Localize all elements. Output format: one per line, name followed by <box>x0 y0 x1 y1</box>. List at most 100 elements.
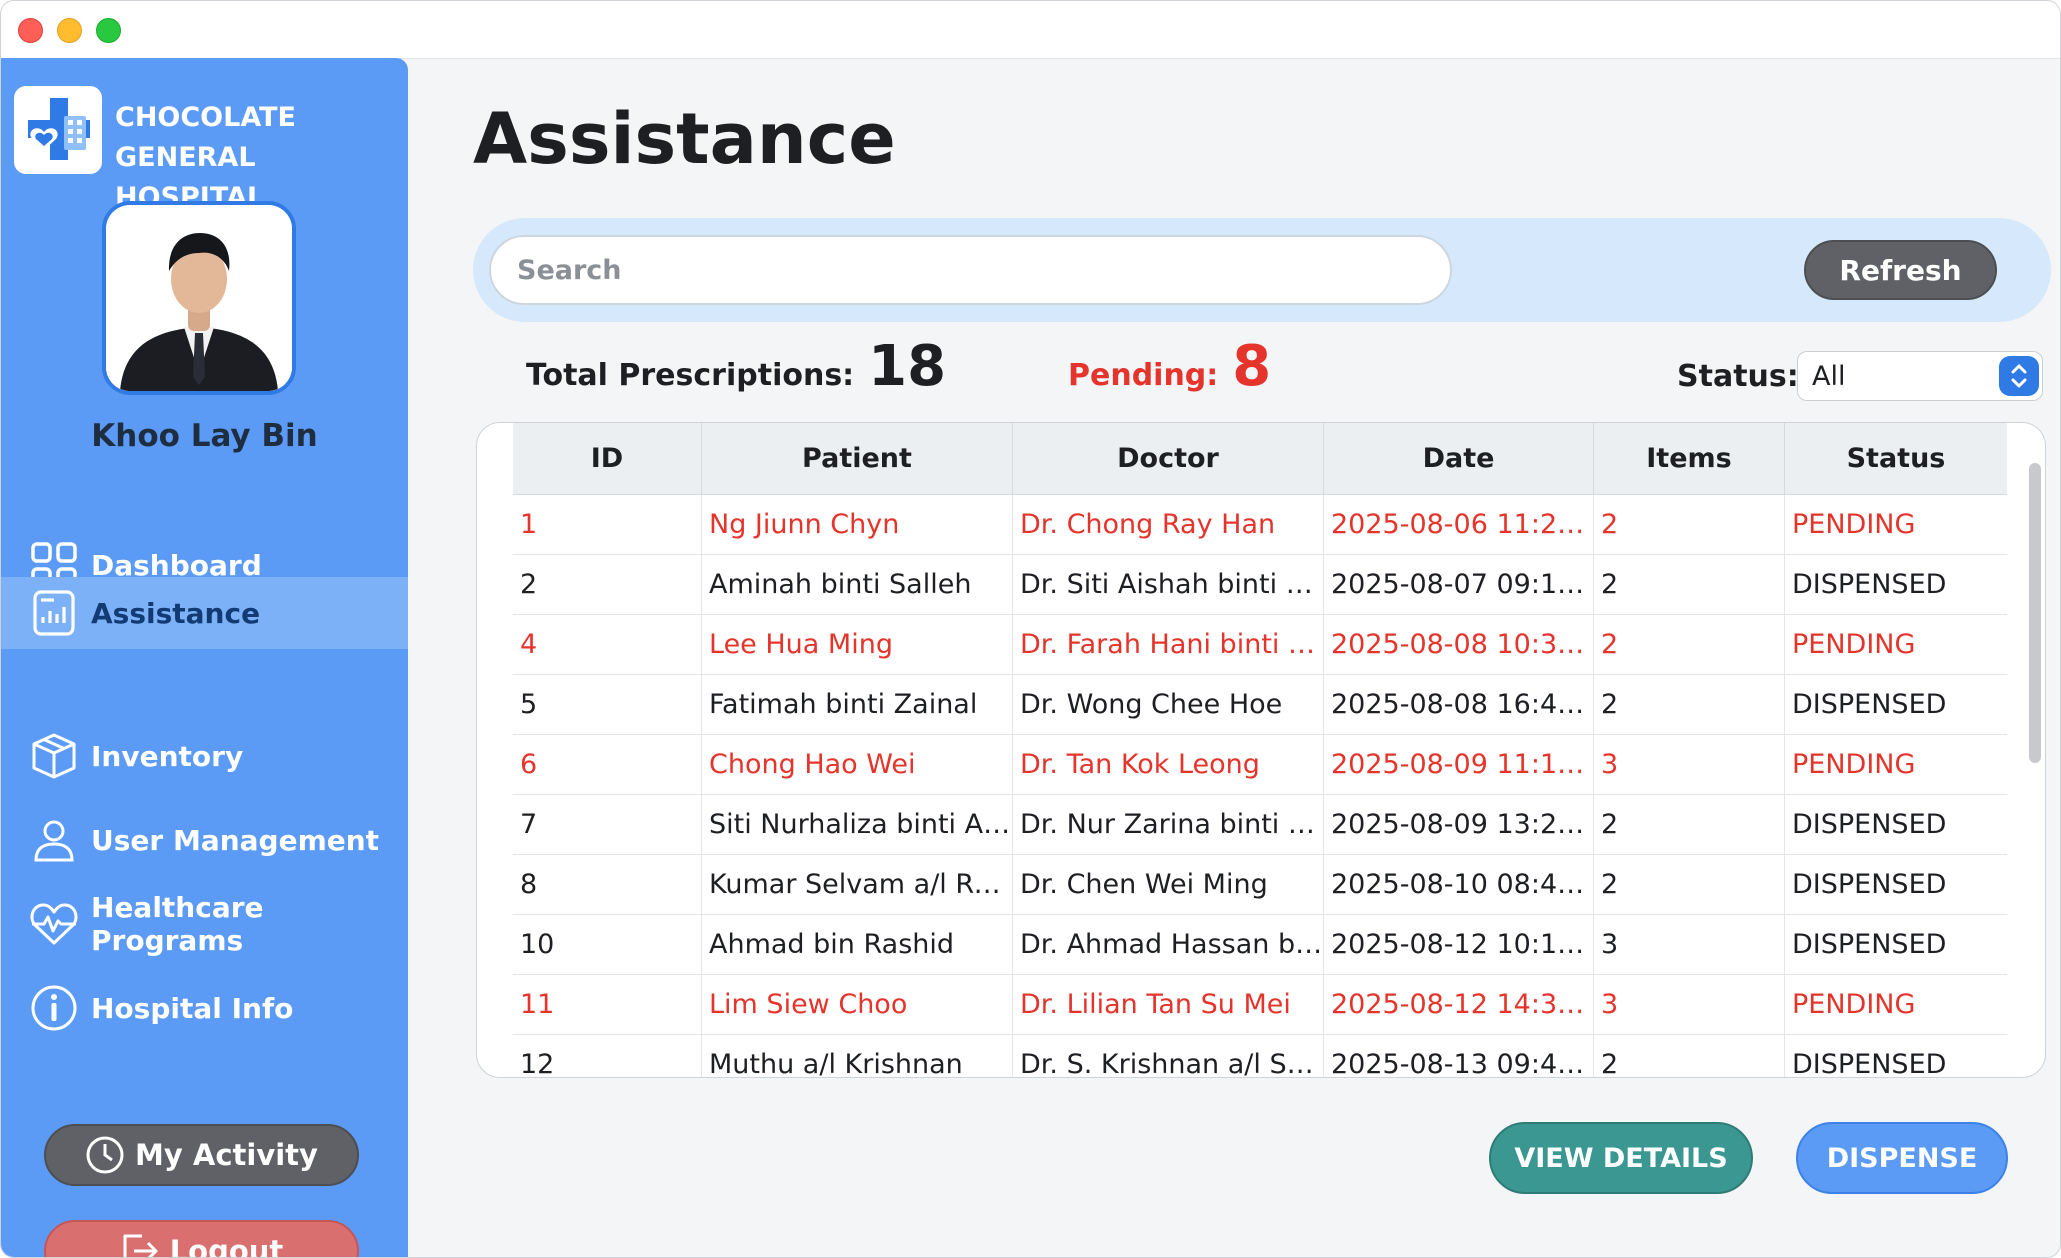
table-row[interactable]: 11 Lim Siew Choo Dr. Lilian Tan Su Mei 2… <box>513 975 2007 1035</box>
my-activity-label: My Activity <box>135 1138 318 1172</box>
close-window-button[interactable] <box>18 18 43 43</box>
cell-patient: Ahmad bin Rashid <box>702 915 1013 974</box>
status-filter-select[interactable]: All <box>1797 351 2043 401</box>
cell-date: 2025-08-10 08:40:... <box>1324 855 1594 914</box>
cell-items: 2 <box>1594 615 1785 674</box>
cell-doctor: Dr. Tan Kok Leong <box>1013 735 1324 794</box>
sidebar-item-assistance[interactable]: Assistance <box>1 577 408 649</box>
app-window: CHOCOLATE GENERAL HOSPITAL Khoo Lay Bin … <box>0 0 2061 1258</box>
total-prescriptions-value: 18 <box>868 334 947 399</box>
table-row[interactable]: 4 Lee Hua Ming Dr. Farah Hani binti M...… <box>513 615 2007 675</box>
column-header-date[interactable]: Date <box>1324 423 1594 494</box>
cell-date: 2025-08-06 11:22:... <box>1324 495 1594 554</box>
cell-items: 2 <box>1594 1035 1785 1077</box>
table-row[interactable]: 1 Ng Jiunn Chyn Dr. Chong Ray Han 2025-0… <box>513 495 2007 555</box>
avatar <box>102 201 296 395</box>
column-header-items[interactable]: Items <box>1594 423 1785 494</box>
cell-items: 2 <box>1594 795 1785 854</box>
pending-value: 8 <box>1232 334 1272 399</box>
sidebar-item-inventory[interactable]: Inventory <box>1 720 408 792</box>
column-header-status[interactable]: Status <box>1785 423 2007 494</box>
column-header-doctor[interactable]: Doctor <box>1013 423 1324 494</box>
logout-button[interactable]: Logout <box>44 1220 359 1258</box>
zoom-window-button[interactable] <box>96 18 121 43</box>
cell-id: 1 <box>513 495 702 554</box>
cell-id: 11 <box>513 975 702 1034</box>
sidebar-item-user-management[interactable]: User Management <box>1 804 408 876</box>
refresh-button[interactable]: Refresh <box>1804 240 1997 300</box>
cell-patient: Fatimah binti Zainal <box>702 675 1013 734</box>
column-header-patient[interactable]: Patient <box>702 423 1013 494</box>
cell-items: 3 <box>1594 915 1785 974</box>
user-icon <box>29 815 79 865</box>
cell-patient: Kumar Selvam a/l Ram... <box>702 855 1013 914</box>
total-prescriptions-label: Total Prescriptions: <box>526 358 855 393</box>
status-filter-value: All <box>1812 361 1846 392</box>
logout-label: Logout <box>169 1234 284 1258</box>
cell-status: DISPENSED <box>1792 809 1947 840</box>
cell-items: 2 <box>1594 675 1785 734</box>
table-row[interactable]: 6 Chong Hao Wei Dr. Tan Kok Leong 2025-0… <box>513 735 2007 795</box>
table-row[interactable]: 2 Aminah binti Salleh Dr. Siti Aishah bi… <box>513 555 2007 615</box>
cell-status: DISPENSED <box>1792 869 1947 900</box>
cell-date: 2025-08-12 10:15:... <box>1324 915 1594 974</box>
pending-stat: Pending: 8 <box>1068 334 1271 399</box>
cell-patient: Lee Hua Ming <box>702 615 1013 674</box>
cell-id: 5 <box>513 675 702 734</box>
cell-items: 2 <box>1594 495 1785 554</box>
cell-status: PENDING <box>1792 989 1916 1020</box>
cell-date: 2025-08-12 14:30:... <box>1324 975 1594 1034</box>
sidebar-item-label: Inventory <box>91 739 244 773</box>
sidebar-item-healthcare-programs[interactable]: Healthcare Programs <box>1 888 408 960</box>
table-row[interactable]: 7 Siti Nurhaliza binti Ah... Dr. Nur Zar… <box>513 795 2007 855</box>
table-row[interactable]: 12 Muthu a/l Krishnan Dr. S. Krishnan a/… <box>513 1035 2007 1077</box>
my-activity-button[interactable]: My Activity <box>44 1124 359 1186</box>
cell-id: 7 <box>513 795 702 854</box>
search-input[interactable] <box>489 235 1452 305</box>
cell-doctor: Dr. Siti Aishah binti Ab... <box>1013 555 1324 614</box>
sidebar-item-label: Hospital Info <box>91 991 294 1025</box>
cell-patient: Lim Siew Choo <box>702 975 1013 1034</box>
column-header-id[interactable]: ID <box>513 423 702 494</box>
sidebar-item-label: Assistance <box>91 596 261 630</box>
cell-id: 12 <box>513 1035 702 1077</box>
cell-date: 2025-08-08 10:30:... <box>1324 615 1594 674</box>
hospital-logo-icon <box>28 98 90 160</box>
cell-status: PENDING <box>1792 629 1916 660</box>
info-icon <box>29 983 79 1033</box>
chevron-up-down-icon <box>1999 356 2039 396</box>
page-title: Assistance <box>473 98 896 180</box>
cell-date: 2025-08-08 16:45:... <box>1324 675 1594 734</box>
user-photo <box>106 205 292 391</box>
dispense-button[interactable]: DISPENSE <box>1796 1122 2008 1194</box>
cell-status: DISPENSED <box>1792 689 1947 720</box>
cell-patient: Ng Jiunn Chyn <box>702 495 1013 554</box>
table-row[interactable]: 8 Kumar Selvam a/l Ram... Dr. Chen Wei M… <box>513 855 2007 915</box>
cell-id: 8 <box>513 855 702 914</box>
cell-patient: Siti Nurhaliza binti Ah... <box>702 795 1013 854</box>
cell-doctor: Dr. S. Krishnan a/l Subr... <box>1013 1035 1324 1077</box>
cell-date: 2025-08-09 11:10:... <box>1324 735 1594 794</box>
table-body: 1 Ng Jiunn Chyn Dr. Chong Ray Han 2025-0… <box>513 495 2007 1077</box>
cell-status: DISPENSED <box>1792 929 1947 960</box>
sidebar-item-hospital-info[interactable]: Hospital Info <box>1 972 408 1044</box>
table-row[interactable]: 5 Fatimah binti Zainal Dr. Wong Chee Hoe… <box>513 675 2007 735</box>
cell-status: DISPENSED <box>1792 569 1947 600</box>
cell-patient: Muthu a/l Krishnan <box>702 1035 1013 1077</box>
heart-pulse-icon <box>29 899 79 949</box>
cell-patient: Aminah binti Salleh <box>702 555 1013 614</box>
minimize-window-button[interactable] <box>57 18 82 43</box>
logout-icon <box>120 1231 160 1257</box>
sidebar-item-label: Healthcare Programs <box>91 891 264 957</box>
cell-patient: Chong Hao Wei <box>702 735 1013 794</box>
cell-status: PENDING <box>1792 749 1916 780</box>
table-scrollbar[interactable] <box>2029 463 2041 763</box>
table-row[interactable]: 10 Ahmad bin Rashid Dr. Ahmad Hassan bin… <box>513 915 2007 975</box>
view-details-button[interactable]: VIEW DETAILS <box>1489 1122 1753 1194</box>
total-prescriptions-stat: Total Prescriptions: 18 <box>526 334 946 399</box>
cell-doctor: Dr. Farah Hani binti M... <box>1013 615 1324 674</box>
cell-id: 2 <box>513 555 702 614</box>
status-filter-label: Status: <box>1677 359 1799 394</box>
user-name: Khoo Lay Bin <box>91 418 318 454</box>
cell-doctor: Dr. Wong Chee Hoe <box>1013 675 1324 734</box>
